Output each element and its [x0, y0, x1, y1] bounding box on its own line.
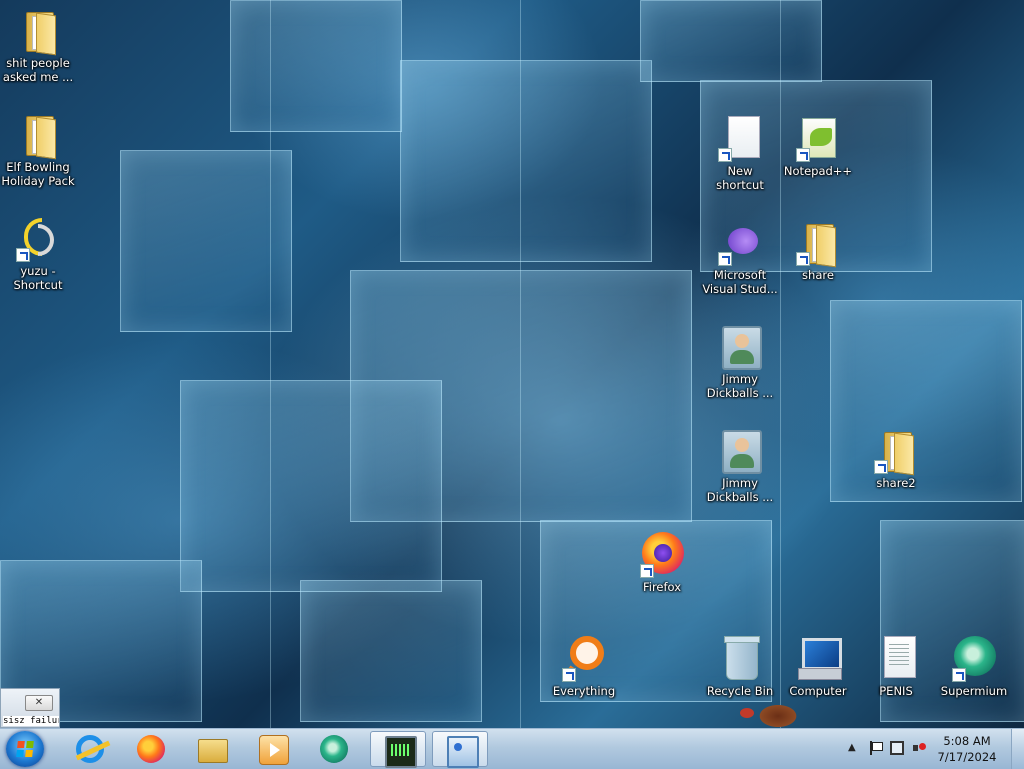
- desktop-icon-label: Firefox: [642, 580, 682, 594]
- desktop-icon-penis[interactable]: PENIS: [858, 634, 934, 698]
- desktop-icon-label: Recycle Bin: [706, 684, 774, 698]
- wallpaper-cube: [230, 0, 402, 132]
- desktop-icon-share2[interactable]: share2: [858, 426, 934, 490]
- document-icon: [716, 114, 764, 162]
- desktop-icon-label: Supermium: [940, 684, 1008, 698]
- desktop-icon-label: Notepad++: [783, 164, 853, 178]
- shortcut-arrow-icon: [796, 252, 810, 266]
- task-manager-icon: [385, 736, 417, 768]
- close-button[interactable]: ✕: [25, 695, 53, 711]
- firefox-icon: [137, 735, 165, 763]
- turkey-desktop-pet-icon[interactable]: [738, 700, 812, 728]
- system-tray: ▲ 5:08 AM 7/17/2024: [834, 729, 1024, 769]
- taskbar-button-firefox[interactable]: [123, 731, 179, 767]
- taskbar-button-ie[interactable]: [62, 731, 118, 767]
- network-folder-icon: [872, 426, 920, 476]
- desktop-icon-computer[interactable]: Computer: [780, 634, 856, 698]
- taskbar: ▲ 5:08 AM 7/17/2024: [0, 728, 1024, 769]
- desktop-icon-label: share2: [876, 476, 916, 490]
- shortcut-arrow-icon: [796, 148, 810, 162]
- shortcut-arrow-icon: [640, 564, 654, 578]
- desktop-icon-new-shortcut[interactable]: New shortcut: [702, 114, 778, 192]
- contact-card-icon: [716, 322, 764, 370]
- shortcut-arrow-icon: [718, 148, 732, 162]
- desktop-icon-label: Microsoft Visual Stud...: [702, 268, 778, 296]
- desktop-icon-label: New shortcut: [716, 164, 764, 192]
- wallpaper-line: [520, 0, 521, 728]
- mini-window[interactable]: ✕ sisz failuret: [0, 688, 60, 728]
- recycle-bin-icon: [716, 634, 764, 682]
- supermium-icon: [320, 735, 348, 763]
- shortcut-arrow-icon: [952, 668, 966, 682]
- desktop-icon-jimmy-1[interactable]: Jimmy Dickballs ...: [702, 322, 778, 400]
- everything-search-icon: [560, 634, 608, 682]
- desktop-icon-supermium[interactable]: Supermium: [936, 634, 1012, 698]
- shortcut-arrow-icon: [562, 668, 576, 682]
- shortcut-arrow-icon: [718, 252, 732, 266]
- internet-explorer-icon: [76, 735, 104, 763]
- desktop-icon-notepadpp[interactable]: Notepad++: [780, 114, 856, 178]
- action-center-flag-icon[interactable]: [868, 741, 883, 755]
- desktop-icon-label: shit people asked me ...: [2, 56, 74, 84]
- show-desktop-button[interactable]: [1011, 729, 1024, 769]
- wallpaper-cube: [640, 0, 822, 82]
- taskbar-button-supermium[interactable]: [306, 731, 362, 767]
- wallpaper-cube: [300, 580, 482, 722]
- desktop-icon-shit-people[interactable]: shit people asked me ...: [0, 6, 76, 84]
- media-player-icon: [259, 735, 289, 765]
- wallpaper-line: [780, 0, 781, 728]
- wallpaper-cube: [180, 380, 442, 592]
- taskbar-button-remote-desktop[interactable]: [432, 731, 488, 768]
- wallpaper-cube: [120, 150, 292, 332]
- desktop-icon-label: Everything: [552, 684, 616, 698]
- desktop-icon-everything[interactable]: Everything: [546, 634, 622, 698]
- desktop-icon-elf-bowling[interactable]: Elf Bowling Holiday Pack: [0, 110, 76, 188]
- desktop-icon-yuzu[interactable]: yuzu - Shortcut: [0, 214, 76, 292]
- shortcut-arrow-icon: [874, 460, 888, 474]
- notepadpp-icon: [794, 114, 842, 162]
- contact-card-icon: [716, 426, 764, 474]
- taskbar-button-task-manager[interactable]: [370, 731, 426, 768]
- shortcut-arrow-icon: [16, 248, 30, 262]
- desktop-icon-label: Computer: [789, 684, 847, 698]
- remote-desktop-icon: [447, 736, 479, 768]
- windows-start-icon: [16, 741, 34, 757]
- show-hidden-icons-button[interactable]: ▲: [848, 742, 862, 756]
- mini-window-text: sisz failuret: [3, 716, 59, 726]
- start-button[interactable]: [6, 731, 44, 767]
- desktop-icon-label: share: [802, 268, 834, 282]
- folder-icon: [14, 6, 62, 56]
- wallpaper-line: [270, 0, 271, 728]
- clock[interactable]: 5:08 AM 7/17/2024: [932, 733, 1002, 765]
- desktop-icon-label: Elf Bowling Holiday Pack: [1, 160, 75, 188]
- folder-icon: [14, 110, 62, 160]
- computer-icon: [794, 634, 842, 682]
- text-file-icon: [872, 634, 920, 682]
- firefox-icon: [638, 530, 686, 578]
- desktop-icon-recycle-bin[interactable]: Recycle Bin: [702, 634, 778, 698]
- volume-muted-icon[interactable]: [912, 741, 926, 755]
- clock-time: 5:08 AM: [943, 734, 991, 748]
- yuzu-icon: [14, 214, 62, 262]
- taskbar-button-media[interactable]: [245, 731, 301, 767]
- desktop-icon-share[interactable]: share: [780, 218, 856, 282]
- desktop-icon-visual-studio[interactable]: Microsoft Visual Stud...: [702, 218, 778, 296]
- network-icon[interactable]: [890, 741, 904, 755]
- desktop: shit people asked me ... Elf Bowling Hol…: [0, 0, 1024, 728]
- clock-date: 7/17/2024: [937, 750, 997, 764]
- folder-icon: [794, 218, 842, 268]
- desktop-icon-jimmy-2[interactable]: Jimmy Dickballs ...: [702, 426, 778, 504]
- wallpaper-cube: [400, 60, 652, 262]
- supermium-icon: [950, 634, 998, 682]
- desktop-icon-label: yuzu - Shortcut: [13, 264, 63, 292]
- folder-icon: [198, 739, 228, 763]
- visual-studio-icon: [716, 218, 764, 266]
- taskbar-button-explorer[interactable]: [184, 731, 240, 767]
- desktop-icon-label: PENIS: [879, 684, 913, 698]
- desktop-icon-label: Jimmy Dickballs ...: [706, 476, 774, 504]
- desktop-icon-label: Jimmy Dickballs ...: [706, 372, 774, 400]
- desktop-icon-firefox[interactable]: Firefox: [624, 530, 700, 594]
